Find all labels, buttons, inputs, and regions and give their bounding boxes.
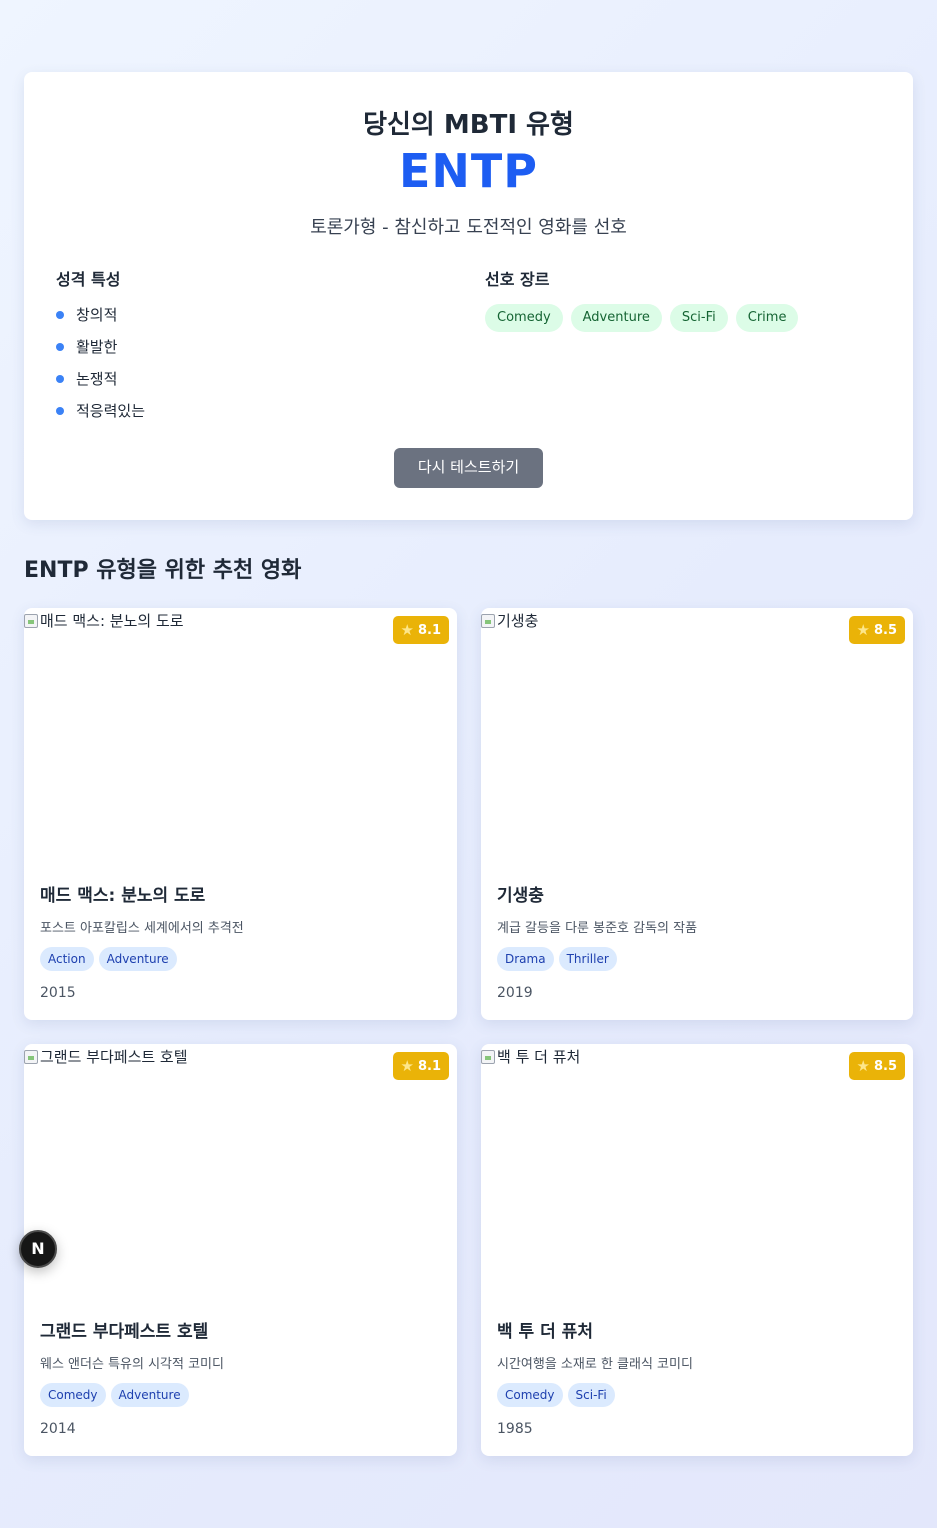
rating-badge: ★ 8.1 [392,1052,449,1080]
movie-description: 계급 갈등을 다룬 봉준호 감독의 작품 [497,921,698,936]
movie-description: 시간여행을 소재로 한 클래식 코미디 [497,1357,693,1372]
result-card: 당신의 MBTI 유형 ENTP 토론가형 - 참신하고 도전적인 영화를 선호… [24,72,913,520]
trait-item: 활발한 [56,336,117,357]
movie-tag-list: Comedy Adventure [40,1383,189,1407]
traits-title: 성격 특성 [56,270,121,289]
movie-tag-list: Comedy Sci-Fi [497,1383,615,1407]
trait-item: 논쟁적 [56,368,117,389]
broken-image-icon [481,613,495,628]
bullet-icon [56,310,64,319]
poster-alt-text: 백 투 더 퓨처 [497,1048,581,1066]
movie-year: 2014 [40,1421,76,1437]
broken-image: 매드 맥스: 분노의 도로 [24,610,184,631]
movie-description: 포스트 아포칼립스 세계에서의 추격전 [40,921,244,936]
genre-tag: Adventure [570,304,662,332]
star-icon: ★ [400,1057,414,1075]
result-heading: 당신의 MBTI 유형 [363,110,574,140]
broken-image: 백 투 더 퓨처 [481,1046,580,1067]
rating-badge: ★ 8.5 [848,1052,905,1080]
mbti-description: 토론가형 - 참신하고 도전적인 영화를 선호 [310,217,627,238]
broken-image: 그랜드 부다페스트 호텔 [24,1046,188,1067]
poster-alt-text: 매드 맥스: 분노의 도로 [40,612,184,630]
movie-year: 2019 [497,985,533,1001]
movie-poster[interactable]: 백 투 더 퓨처 [481,1044,913,1294]
nextjs-dev-indicator-button[interactable]: N [19,1230,57,1268]
movie-poster[interactable]: 매드 맥스: 분노의 도로 [24,608,457,858]
broken-image-icon [24,1049,38,1064]
trait-label: 적응력있는 [76,402,146,420]
rating-value: 8.5 [873,622,897,638]
genres-title: 선호 장르 [485,270,550,289]
movie-tag: Drama [497,947,554,971]
movie-title: 백 투 더 퓨처 [497,1322,593,1342]
trait-item: 창의적 [56,304,117,325]
movie-poster[interactable]: 그랜드 부다페스트 호텔 [24,1044,457,1294]
movie-tag: Comedy [40,1383,106,1407]
movie-tag: Adventure [98,947,177,971]
star-icon: ★ [856,621,870,639]
movie-tag: Thriller [558,947,617,971]
genre-tag-list: Comedy Adventure Sci-Fi Crime [485,304,799,332]
movie-tag-list: Action Adventure [40,947,177,971]
trait-label: 활발한 [76,338,118,356]
movie-title: 매드 맥스: 분노의 도로 [40,886,206,906]
genre-tag: Sci-Fi [669,304,728,332]
retry-test-button[interactable]: 다시 테스트하기 [394,448,543,488]
poster-alt-text: 그랜드 부다페스트 호텔 [40,1048,188,1066]
star-icon: ★ [400,621,414,639]
rating-value: 8.1 [417,622,441,638]
rating-badge: ★ 8.1 [392,616,449,644]
genre-tag: Crime [735,304,799,332]
bullet-icon [56,406,64,415]
recommend-section-title: ENTP 유형을 위한 추천 영화 [24,558,302,583]
bullet-icon [56,374,64,383]
movie-title: 기생충 [497,886,544,906]
movie-tag-list: Drama Thriller [497,947,617,971]
genre-tag: Comedy [485,304,563,332]
movie-card[interactable]: 기생충 ★ 8.5 기생충 계급 갈등을 다룬 봉준호 감독의 작품 Drama … [481,608,913,1020]
broken-image-icon [24,613,38,628]
star-icon: ★ [856,1057,870,1075]
movie-year: 2015 [40,985,76,1001]
movie-card[interactable]: 그랜드 부다페스트 호텔 ★ 8.1 그랜드 부다페스트 호텔 웨스 앤더슨 특유… [24,1044,457,1456]
movie-year: 1985 [497,1421,533,1437]
broken-image-icon [481,1049,495,1064]
rating-value: 8.5 [873,1058,897,1074]
bullet-icon [56,342,64,351]
poster-alt-text: 기생충 [497,612,539,630]
trait-item: 적응력있는 [56,400,145,421]
trait-label: 논쟁적 [76,370,118,388]
movie-poster[interactable]: 기생충 [481,608,913,858]
movie-tag: Comedy [497,1383,563,1407]
movie-card[interactable]: 백 투 더 퓨처 ★ 8.5 백 투 더 퓨처 시간여행을 소재로 한 클래식 코… [481,1044,913,1456]
rating-value: 8.1 [417,1058,441,1074]
broken-image: 기생충 [481,610,538,631]
rating-badge: ★ 8.5 [848,616,905,644]
movie-tag: Adventure [110,1383,189,1407]
movie-description: 웨스 앤더슨 특유의 시각적 코미디 [40,1357,224,1372]
movie-tag: Action [40,947,94,971]
mbti-type: ENTP [398,144,538,198]
movie-tag: Sci-Fi [567,1383,615,1407]
movie-card[interactable]: 매드 맥스: 분노의 도로 ★ 8.1 매드 맥스: 분노의 도로 포스트 아포칼… [24,608,457,1020]
movie-title: 그랜드 부다페스트 호텔 [40,1322,209,1342]
trait-label: 창의적 [76,306,118,324]
